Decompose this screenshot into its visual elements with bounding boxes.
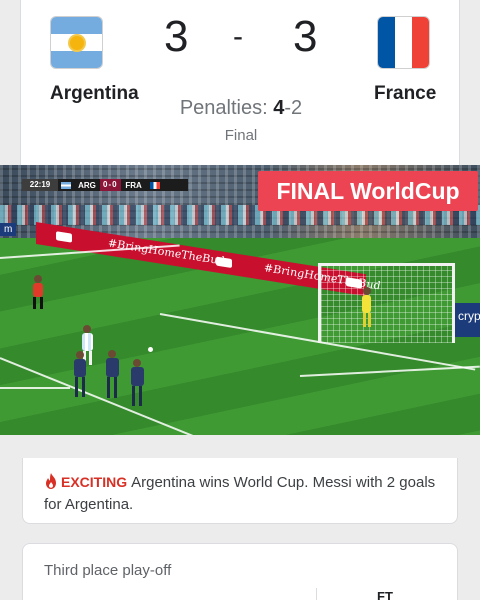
- player-head: [34, 275, 42, 283]
- match-score-card[interactable]: 3 - 3 Argentina France Penalties: 4-2 Fi…: [20, 0, 460, 165]
- penalties-away: 2: [291, 97, 303, 119]
- broadcast-scorebug: 22:19 ARG 0-0 FRA: [22, 179, 188, 191]
- argentina-flag-icon: [61, 181, 71, 189]
- player-head: [83, 325, 91, 333]
- third-place-title: Third place play-off: [44, 562, 172, 579]
- divider: [316, 588, 317, 600]
- match-stage: Final: [224, 127, 258, 144]
- pitch-line: [0, 387, 70, 389]
- third-place-card[interactable]: Third place play-off FT: [22, 543, 458, 600]
- home-score: 3: [164, 12, 189, 61]
- match-status: FT: [377, 589, 393, 600]
- fire-icon: [46, 473, 56, 489]
- goal-net: [318, 263, 455, 343]
- penalty-taker: [82, 333, 93, 351]
- player-leg: [139, 386, 142, 406]
- player: [131, 367, 144, 386]
- player-leg: [368, 313, 371, 327]
- player-leg: [75, 377, 78, 397]
- player-head: [108, 350, 116, 358]
- player: [106, 358, 119, 377]
- left-ad-board: m: [0, 223, 17, 236]
- ad-logo: [56, 231, 72, 243]
- player-leg: [107, 377, 110, 398]
- scorebug-score: 0-0: [100, 179, 121, 191]
- scorebug-away-goals: 0: [112, 180, 118, 189]
- player-leg: [363, 313, 366, 327]
- player-leg: [40, 297, 43, 309]
- player-leg: [89, 351, 92, 365]
- news-card[interactable]: EXCITING Argentina wins World Cup. Messi …: [22, 458, 458, 524]
- scorebug-away: FRA: [125, 180, 142, 190]
- penalties-result: Penalties: 4-2: [21, 97, 461, 120]
- screen: 3 - 3 Argentina France Penalties: 4-2 Fi…: [0, 0, 480, 600]
- player-leg: [114, 377, 117, 398]
- scorebug-home: ARG: [78, 180, 96, 190]
- goalkeeper: [362, 295, 371, 313]
- france-flag-icon: [377, 16, 430, 69]
- final-worldcup-banner: FINAL WorldCup: [258, 171, 478, 211]
- ball: [148, 347, 153, 352]
- side-ad-text: cryp: [458, 309, 480, 323]
- news-tag: EXCITING: [61, 474, 128, 490]
- player-head: [363, 287, 371, 295]
- player: [74, 359, 86, 377]
- player-head: [76, 351, 84, 359]
- argentina-flag-icon: [50, 16, 103, 69]
- penalties-home: 4: [273, 97, 285, 119]
- player-leg: [33, 297, 36, 309]
- away-score: 3: [293, 12, 318, 61]
- match-video[interactable]: m #BringHomeTheBud #BringHomeTheBud cryp: [0, 165, 480, 435]
- player-leg: [82, 377, 85, 397]
- player-head: [133, 359, 141, 367]
- france-flag-icon: [149, 181, 160, 189]
- penalties-label: Penalties:: [179, 97, 268, 119]
- player-leg: [132, 386, 135, 406]
- scorebug-clock: 22:19: [22, 179, 58, 191]
- score-separator: -: [233, 20, 243, 53]
- referee: [33, 283, 43, 297]
